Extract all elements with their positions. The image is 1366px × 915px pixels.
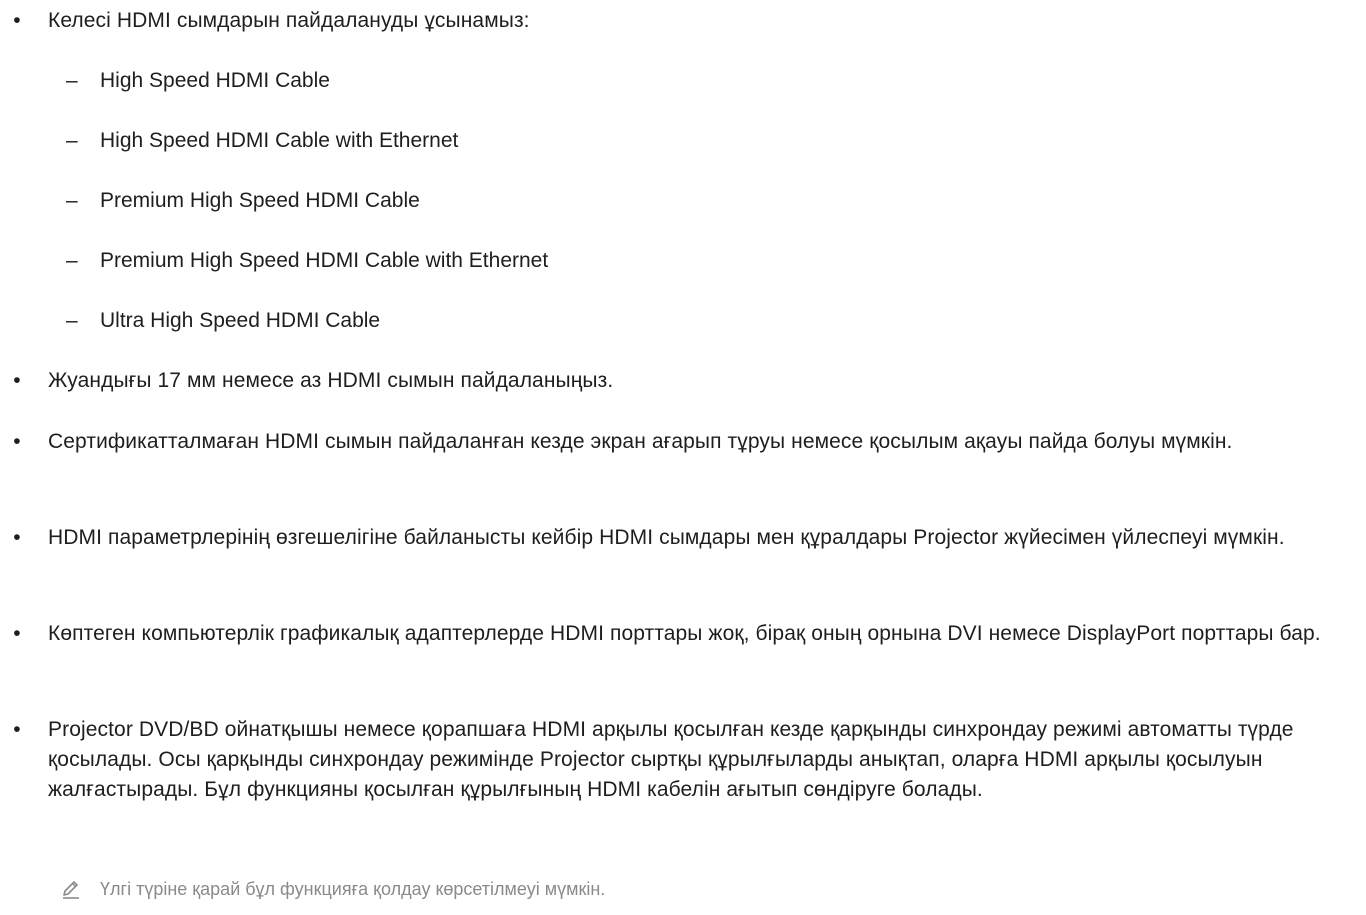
cable-item: – Premium High Speed HDMI Cable with Eth… (0, 246, 1366, 276)
cable-item: – Premium High Speed HDMI Cable (0, 186, 1366, 216)
cable-item: – Ultra High Speed HDMI Cable (0, 306, 1366, 336)
cable-item: – High Speed HDMI Cable (0, 66, 1366, 96)
pencil-icon (63, 881, 79, 899)
bullet-icon: • (13, 430, 21, 453)
dash-icon: – (66, 309, 78, 332)
list-item-text: Көптеген компьютерлік графикалық адаптер… (48, 622, 1321, 645)
cable-label: High Speed HDMI Cable with Ethernet (100, 129, 459, 152)
dash-icon: – (66, 249, 78, 272)
list-item: • Көптеген компьютерлік графикалық адапт… (0, 619, 1366, 649)
list-item: • Сертификатталмаған HDMI сымын пайдалан… (0, 427, 1366, 457)
dash-icon: – (66, 69, 78, 92)
note: Үлгі түріне қарай бұл функцияға қолдау к… (0, 876, 1360, 902)
list-item-intro: • Келесі HDMI сымдарын пайдалануды ұсына… (0, 6, 1366, 36)
bullet-icon: • (13, 718, 21, 741)
cable-label: High Speed HDMI Cable (100, 69, 330, 92)
cable-label: Ultra High Speed HDMI Cable (100, 309, 381, 332)
dash-icon: – (66, 129, 78, 152)
bullet-icon: • (13, 369, 21, 392)
bullet-icon: • (13, 9, 21, 32)
list-item-text: Сертификатталмаған HDMI сымын пайдаланға… (48, 430, 1233, 453)
cable-label: Premium High Speed HDMI Cable with Ether… (100, 249, 549, 272)
note-text: Үлгі түріне қарай бұл функцияға қолдау к… (100, 879, 606, 899)
bullet-icon: • (13, 526, 21, 549)
list-item-text: Projector DVD/BD ойнатқышы немесе қорапш… (48, 718, 1294, 801)
list-item-text: Жуандығы 17 мм немесе аз HDMI сымын пайд… (48, 369, 614, 392)
intro-text: Келесі HDMI сымдарын пайдалануды ұсынамы… (48, 9, 530, 32)
cable-label: Premium High Speed HDMI Cable (100, 189, 420, 212)
list-item-text: HDMI параметрлерінің өзгешелігіне байлан… (48, 526, 1285, 549)
list-item: • Жуандығы 17 мм немесе аз HDMI сымын па… (0, 366, 1366, 396)
bullet-icon: • (13, 622, 21, 645)
cable-item: – High Speed HDMI Cable with Ethernet (0, 126, 1366, 156)
dash-icon: – (66, 189, 78, 212)
list-item: • Projector DVD/BD ойнатқышы немесе қора… (0, 715, 1366, 805)
list-item: • HDMI параметрлерінің өзгешелігіне байл… (0, 523, 1366, 553)
